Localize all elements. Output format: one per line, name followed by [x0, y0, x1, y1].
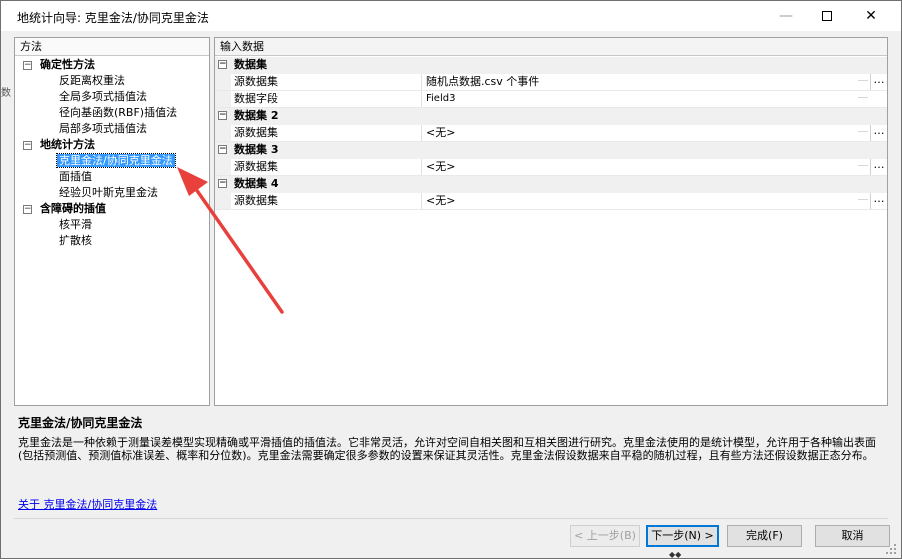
divider [14, 518, 888, 519]
tree-item-idw[interactable]: 反距离权重法 [59, 73, 125, 89]
collapse-icon[interactable]: − [23, 61, 32, 70]
background-edge-text: 数 [1, 88, 11, 99]
close-icon: ✕ [865, 8, 877, 24]
grid-row-source-dataset[interactable]: 源数据集 <无> … [215, 159, 887, 176]
prop-name: 数据字段 [232, 91, 422, 107]
grid-row-data-field[interactable]: 数据字段 Field3 [215, 91, 887, 108]
collapse-icon[interactable]: − [218, 179, 227, 188]
browse-button[interactable]: … [870, 74, 887, 90]
collapse-icon[interactable]: − [218, 145, 227, 154]
tree-item-areal-interpolation[interactable]: 面插值 [59, 169, 92, 185]
finish-button[interactable]: 完成(F) [727, 525, 802, 547]
prop-value[interactable]: <无> [425, 125, 455, 141]
prop-value[interactable]: <无> [425, 193, 455, 209]
next-button[interactable]: 下一步(N) > [646, 525, 719, 547]
tree-item-rbf[interactable]: 径向基函数(RBF)插值法 [59, 105, 177, 121]
grid-category-dataset1[interactable]: − 数据集 [215, 57, 887, 74]
collapse-icon[interactable]: − [23, 141, 32, 150]
description-text: 克里金法是一种依赖于测量误差模型实现精确或平滑插值的插值法。它非常灵活，允许对空… [18, 436, 876, 462]
resize-grip-icon[interactable] [881, 539, 899, 557]
tree-group-geostatistical[interactable]: 地统计方法 [40, 137, 95, 153]
methods-header: 方法 [15, 38, 209, 56]
input-data-panel: 输入数据 − 数据集 源数据集 随机点数据.csv 个事件 … 数据字段 Fie… [214, 37, 888, 406]
input-data-header: 输入数据 [215, 38, 887, 56]
grid-category-dataset2[interactable]: − 数据集 2 [215, 108, 887, 125]
browse-button[interactable]: … [870, 125, 887, 141]
tree-item-diffusion-kernel[interactable]: 扩散核 [59, 233, 92, 249]
description-title: 克里金法/协同克里金法 [18, 416, 143, 430]
previous-button[interactable]: < 上一步(B) [570, 525, 640, 547]
prop-name: 源数据集 [232, 193, 422, 209]
prop-value[interactable]: <无> [425, 159, 455, 175]
tree-item-kriging-label: 克里金法/协同克里金法 [56, 153, 176, 168]
browse-button[interactable]: … [870, 159, 887, 175]
title-bar: 地统计向导: 克里金法/协同克里金法 — ✕ [1, 1, 901, 31]
collapse-icon[interactable]: − [218, 111, 227, 120]
tree-item-ebk[interactable]: 经验贝叶斯克里金法 [59, 185, 158, 201]
grid-row-source-dataset[interactable]: 源数据集 <无> … [215, 193, 887, 210]
prop-value[interactable]: Field3 [425, 91, 455, 107]
minimize-button[interactable]: — [763, 1, 809, 31]
tree-item-kernel-smoothing[interactable]: 核平滑 [59, 217, 92, 233]
cancel-button[interactable]: 取消 [815, 525, 890, 547]
close-button[interactable]: ✕ [848, 1, 894, 31]
bottom-marks: ◆◆ [669, 550, 682, 559]
prop-name: 源数据集 [232, 159, 422, 175]
tree-group-barriers[interactable]: 含障碍的插值 [40, 201, 106, 217]
grid-category-dataset4[interactable]: − 数据集 4 [215, 176, 887, 193]
maximize-icon [822, 11, 832, 21]
method-description: 克里金法/协同克里金法 克里金法是一种依赖于测量误差模型实现精确或平滑插值的插值… [14, 410, 888, 518]
category-label: 数据集 [234, 58, 267, 71]
maximize-button[interactable] [804, 1, 850, 31]
minimize-icon: — [779, 8, 793, 24]
browse-button[interactable]: … [870, 193, 887, 209]
tree-group-deterministic[interactable]: 确定性方法 [40, 57, 95, 73]
prop-value[interactable]: 随机点数据.csv 个事件 [425, 74, 539, 90]
collapse-icon[interactable]: − [23, 205, 32, 214]
grid-category-dataset3[interactable]: − 数据集 3 [215, 142, 887, 159]
category-label: 数据集 2 [234, 109, 279, 122]
tree-item-local-polynomial[interactable]: 局部多项式插值法 [59, 121, 147, 137]
tree-item-global-polynomial[interactable]: 全局多项式插值法 [59, 89, 147, 105]
category-label: 数据集 3 [234, 143, 279, 156]
tree-item-kriging[interactable]: 克里金法/协同克里金法 [56, 153, 176, 169]
category-label: 数据集 4 [234, 177, 279, 190]
prop-name: 源数据集 [232, 125, 422, 141]
window-title: 地统计向导: 克里金法/协同克里金法 [17, 11, 209, 25]
collapse-icon[interactable]: − [218, 60, 227, 69]
grid-row-source-dataset[interactable]: 源数据集 随机点数据.csv 个事件 … [215, 74, 887, 91]
about-link[interactable]: 关于 克里金法/协同克里金法 [18, 496, 157, 512]
prop-name: 源数据集 [232, 74, 422, 90]
methods-panel: 方法 − 确定性方法 反距离权重法 全局多项式插值法 径向基函数(RBF)插值法… [14, 37, 210, 406]
wizard-window: 地统计向导: 克里金法/协同克里金法 — ✕ 数 方法 − 确定性方法 反距离权… [0, 0, 902, 559]
grid-row-source-dataset[interactable]: 源数据集 <无> … [215, 125, 887, 142]
